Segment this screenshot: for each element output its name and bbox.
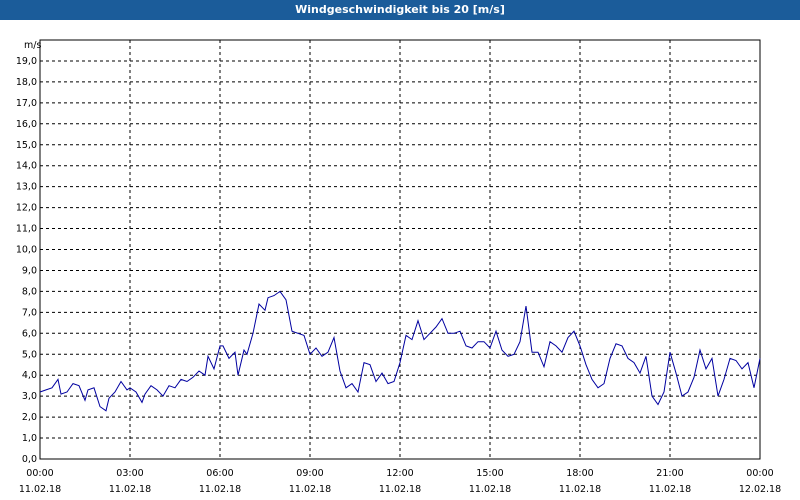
y-tick-label: 7,0 xyxy=(22,307,37,318)
x-tick-date: 11.02.18 xyxy=(469,484,511,495)
x-tick-time: 12:00 xyxy=(386,468,413,479)
x-tick-date: 11.02.18 xyxy=(649,484,691,495)
x-tick-date: 11.02.18 xyxy=(199,484,241,495)
y-tick-label: 0,0 xyxy=(22,454,37,465)
y-tick-label: 2,0 xyxy=(22,412,37,423)
x-tick-time: 00:00 xyxy=(746,468,773,479)
x-tick-time: 15:00 xyxy=(476,468,503,479)
y-tick-label: 15,0 xyxy=(16,140,37,151)
x-tick-date: 11.02.18 xyxy=(379,484,421,495)
y-tick-label: 14,0 xyxy=(16,161,37,172)
y-tick-label: 8,0 xyxy=(22,286,37,297)
x-tick-time: 00:00 xyxy=(26,468,53,479)
y-tick-label: 4,0 xyxy=(22,370,37,381)
chart-title: Windgeschwindigkeit bis 20 [m/s] xyxy=(0,0,800,20)
y-tick-label: 5,0 xyxy=(22,349,37,360)
y-tick-label: 6,0 xyxy=(22,328,37,339)
y-axis-label: m/s xyxy=(24,40,41,51)
x-tick-date: 11.02.18 xyxy=(19,484,61,495)
x-tick-date: 11.02.18 xyxy=(289,484,331,495)
x-tick-date: 11.02.18 xyxy=(109,484,151,495)
x-tick-time: 18:00 xyxy=(566,468,593,479)
x-tick-time: 03:00 xyxy=(116,468,143,479)
x-tick-time: 09:00 xyxy=(296,468,323,479)
y-tick-label: 16,0 xyxy=(16,119,37,130)
y-tick-label: 12,0 xyxy=(16,203,37,214)
chart-background xyxy=(0,20,800,500)
x-tick-date: 12.02.18 xyxy=(739,484,781,495)
y-tick-label: 1,0 xyxy=(22,433,37,444)
y-tick-label: 19,0 xyxy=(16,56,37,67)
y-tick-label: 18,0 xyxy=(16,77,37,88)
x-tick-date: 11.02.18 xyxy=(559,484,601,495)
y-tick-label: 11,0 xyxy=(16,224,37,235)
y-tick-label: 10,0 xyxy=(16,245,37,256)
chart: 0,0 1,0 2,0 3,0 4,0 5,0 6,0 7,0 8,0 9,0 10,0 11,0 12… xyxy=(0,20,800,500)
y-tick-label: 13,0 xyxy=(16,182,37,193)
y-tick-label: 9,0 xyxy=(22,265,37,276)
x-tick-time: 21:00 xyxy=(656,468,683,479)
x-tick-time: 06:00 xyxy=(206,468,233,479)
y-tick-label: 17,0 xyxy=(16,98,37,109)
y-tick-label: 3,0 xyxy=(22,391,37,402)
